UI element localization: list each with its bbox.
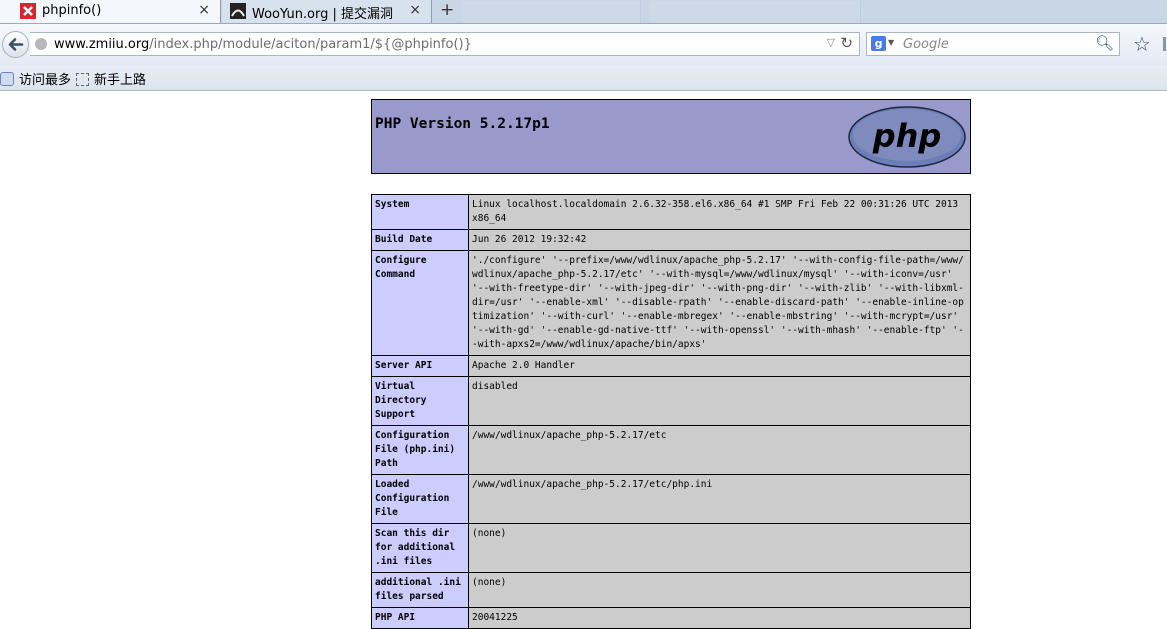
page-icon xyxy=(76,73,89,86)
row-value: /www/wdlinux/apache_php-5.2.17/etc xyxy=(468,425,971,475)
close-tab-icon[interactable]: × xyxy=(198,2,210,18)
tab-title: WooYun.org | 提交漏洞 xyxy=(252,7,394,22)
back-arrow-icon xyxy=(8,38,24,51)
search-icon[interactable]: 🔍︎ xyxy=(1095,34,1114,52)
address-bar[interactable]: www.zmiiu.org/index.php/module/aciton/pa… xyxy=(30,32,860,56)
table-row: PHP API 20041225 xyxy=(371,607,971,629)
most-visited-icon xyxy=(0,72,14,86)
table-row: Build Date Jun 26 2012 19:32:42 xyxy=(371,229,971,251)
url-history-dropdown-icon[interactable]: ▽ xyxy=(827,36,835,49)
row-value: './configure' '--prefix=/www/wdlinux/apa… xyxy=(468,250,971,356)
url-path: /index.php/module/aciton/param1/${@phpin… xyxy=(149,37,472,52)
table-row: additional .ini files parsed (none) xyxy=(371,572,971,608)
bookmark-label: 访问最多 xyxy=(19,73,72,88)
tab-phpinfo[interactable]: phpinfo() × xyxy=(0,0,221,23)
php-version-header: PHP Version 5.2.17p1 php xyxy=(371,99,971,174)
row-label: Configuration File (php.ini) Path xyxy=(371,425,469,475)
php-logo-text: php xyxy=(872,117,942,155)
background-window-ghost xyxy=(650,1,861,23)
url-domain: www.zmiiu.org xyxy=(54,37,150,52)
bookmark-getting-started[interactable]: 新手上路 xyxy=(76,69,146,88)
row-value: Apache 2.0 Handler xyxy=(468,355,971,377)
wooyun-favicon-icon xyxy=(230,3,246,19)
bookmark-most-visited[interactable]: 访问最多 xyxy=(0,69,71,88)
close-tab-icon[interactable]: × xyxy=(409,2,421,18)
tab-title: phpinfo() xyxy=(42,3,102,18)
php-version-title: PHP Version 5.2.17p1 xyxy=(375,116,550,132)
phpinfo-page: PHP Version 5.2.17p1 php System Linux loc… xyxy=(371,99,971,629)
bookmark-star-icon[interactable]: ☆ xyxy=(1133,32,1151,56)
row-value: 20041225 xyxy=(468,607,971,629)
bookmarks-toolbar: 访问最多 新手上路 xyxy=(0,66,1167,91)
php-logo: php xyxy=(848,106,966,168)
row-label: PHP API xyxy=(371,607,469,629)
row-label: Virtual Directory Support xyxy=(371,376,469,426)
row-label: Scan this dir for additional .ini files xyxy=(371,523,469,573)
navigation-toolbar: www.zmiiu.org/index.php/module/aciton/pa… xyxy=(0,24,1167,66)
row-value: disabled xyxy=(468,376,971,426)
back-button[interactable] xyxy=(2,31,29,58)
phpinfo-table: System Linux localhost.localdomain 2.6.32… xyxy=(371,194,971,629)
row-label: Configure Command xyxy=(371,250,469,356)
red-x-favicon-icon xyxy=(20,3,36,19)
row-label: System xyxy=(371,194,469,230)
row-label: Server API xyxy=(371,355,469,377)
table-row: Scan this dir for additional .ini files(… xyxy=(371,523,971,573)
row-value: (none) xyxy=(468,523,971,573)
tab-wooyun[interactable]: WooYun.org | 提交漏洞 × xyxy=(222,0,432,23)
site-identity-icon[interactable] xyxy=(35,38,47,50)
engine-dropdown-icon[interactable]: ▼ xyxy=(888,38,894,47)
table-row: System Linux localhost.localdomain 2.6.32… xyxy=(371,194,971,230)
search-placeholder: Google xyxy=(903,37,949,52)
url-text[interactable]: www.zmiiu.org/index.php/module/aciton/pa… xyxy=(54,37,472,52)
background-window-ghost xyxy=(462,1,641,23)
row-value: (none) xyxy=(468,572,971,608)
reload-icon[interactable]: ↻ xyxy=(840,34,853,52)
table-row: Loaded Configuration File/www/wdlinux/ap… xyxy=(371,474,971,524)
row-value: Jun 26 2012 19:32:42 xyxy=(468,229,971,251)
row-label: Build Date xyxy=(371,229,469,251)
row-label: Loaded Configuration File xyxy=(371,474,469,524)
tab-strip: phpinfo() × WooYun.org | 提交漏洞 × + xyxy=(0,0,1167,24)
table-row: Virtual Directory Support disabled xyxy=(371,376,971,426)
search-bar[interactable]: g ▼ Google 🔍︎ xyxy=(866,32,1120,56)
toolbar-overflow-edge xyxy=(1163,37,1166,51)
table-row: Server API Apache 2.0 Handler xyxy=(371,355,971,377)
new-tab-button[interactable]: + xyxy=(440,0,454,20)
table-row: Configuration File (php.ini) Path/www/wd… xyxy=(371,425,971,475)
google-engine-icon[interactable]: g xyxy=(871,36,886,51)
row-value: /www/wdlinux/apache_php-5.2.17/etc/php.i… xyxy=(468,474,971,524)
row-value: Linux localhost.localdomain 2.6.32-358.e… xyxy=(468,194,971,230)
table-row: Configure Command './configure' '--prefix… xyxy=(371,250,971,356)
row-label: additional .ini files parsed xyxy=(371,572,469,608)
bookmark-label: 新手上路 xyxy=(94,73,147,88)
